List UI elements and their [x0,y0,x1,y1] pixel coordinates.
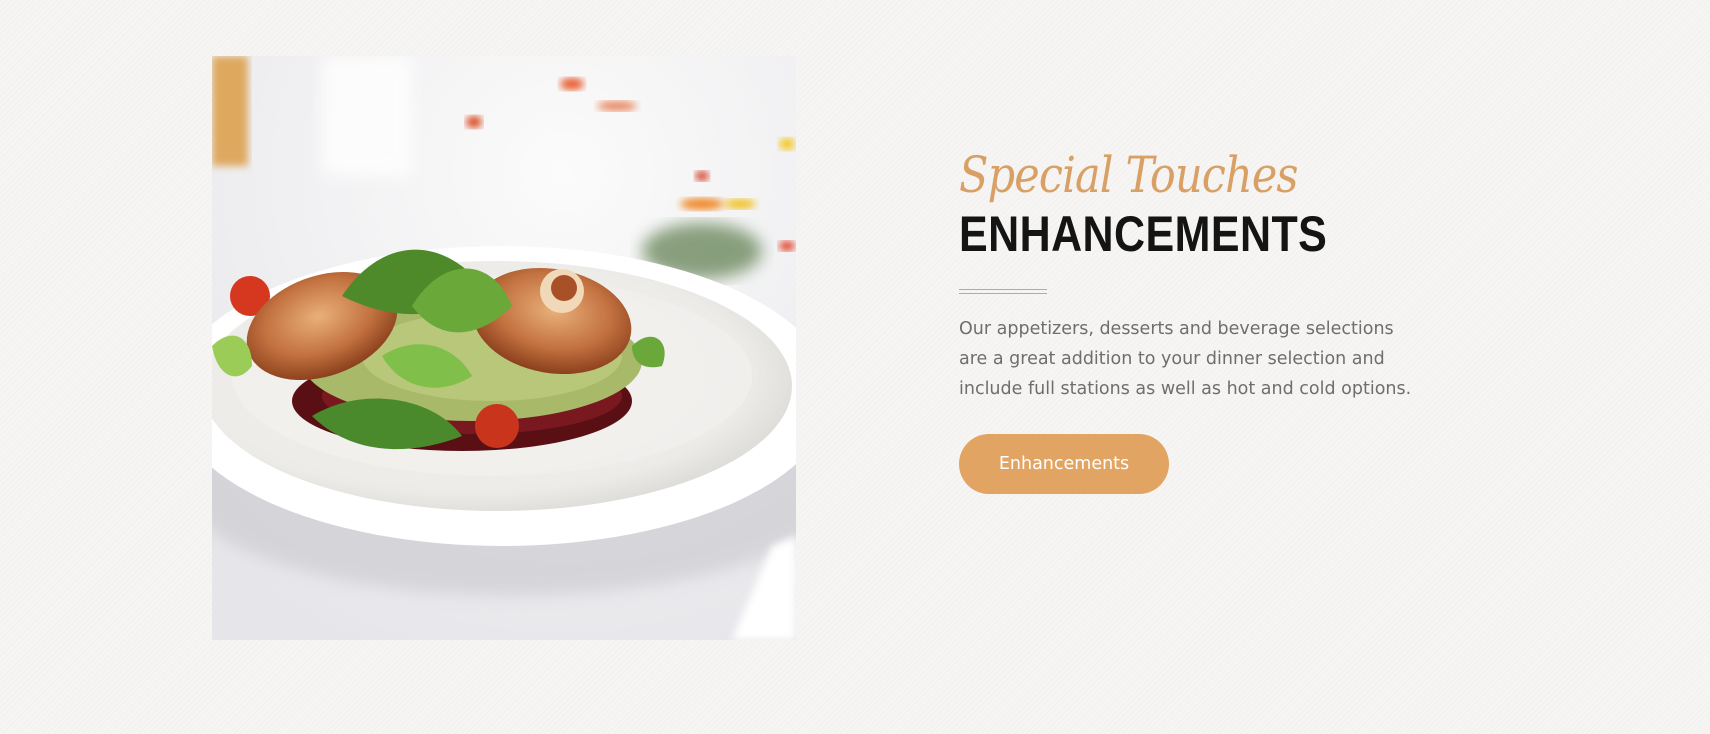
dish-photo [212,56,796,640]
section-description: Our appetizers, desserts and beverage se… [959,318,1412,399]
enhancements-content: Special Touches ENHANCEMENTS Our appetiz… [959,150,1459,494]
title-divider [959,288,1047,294]
enhancements-button[interactable]: Enhancements [959,433,1169,494]
section-subtitle: Special Touches [959,146,1298,204]
section-title: ENHANCEMENTS [959,206,1328,262]
enhancements-section: Special Touches ENHANCEMENTS Our appetiz… [0,0,1710,734]
